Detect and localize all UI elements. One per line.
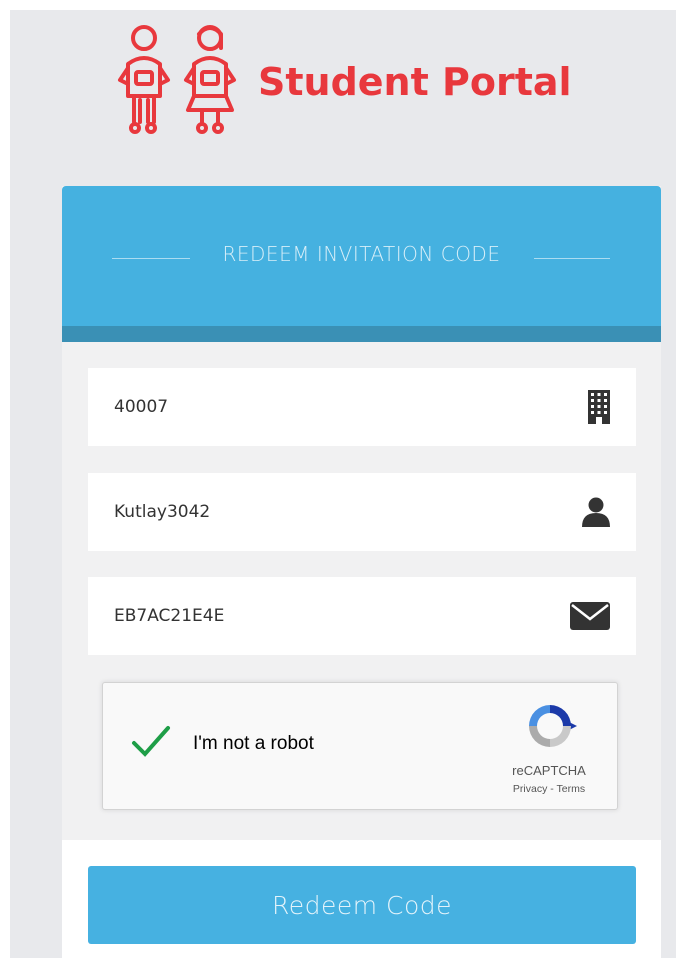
- school-code-value: 40007: [114, 397, 169, 417]
- captcha-brand: reCAPTCHA: [512, 763, 586, 778]
- header-divider-right: [534, 258, 610, 259]
- captcha-label: I'm not a robot: [193, 733, 314, 754]
- building-icon: [588, 390, 610, 424]
- invitation-code-field[interactable]: EB7AC21E4E: [88, 577, 636, 655]
- card-header-bar: [62, 326, 661, 342]
- redeem-card: REDEEM INVITATION CODE 40007 Kutlay3042 …: [62, 186, 661, 958]
- username-field[interactable]: Kutlay3042: [88, 473, 636, 551]
- card-header: REDEEM INVITATION CODE: [62, 186, 661, 326]
- page: Student Portal REDEEM INVITATION CODE 40…: [0, 0, 676, 958]
- captcha-privacy-terms-link[interactable]: Privacy - Terms: [489, 783, 609, 795]
- card-title: REDEEM INVITATION CODE: [222, 242, 501, 266]
- invitation-code-value: EB7AC21E4E: [114, 606, 225, 626]
- school-code-field[interactable]: 40007: [88, 368, 636, 446]
- brand-logo: Student Portal: [110, 22, 610, 142]
- students-icon: [118, 25, 236, 134]
- redeem-code-button[interactable]: Redeem Code: [88, 866, 636, 944]
- checkmark-icon[interactable]: [131, 721, 171, 761]
- username-value: Kutlay3042: [114, 502, 211, 522]
- envelope-icon: [570, 602, 610, 630]
- recaptcha-logo-icon: [529, 705, 577, 747]
- user-icon: [582, 497, 610, 527]
- brand-title: Student Portal: [258, 60, 572, 104]
- recaptcha-widget: I'm not a robot reCAPTCHA Privacy - Term…: [102, 682, 618, 810]
